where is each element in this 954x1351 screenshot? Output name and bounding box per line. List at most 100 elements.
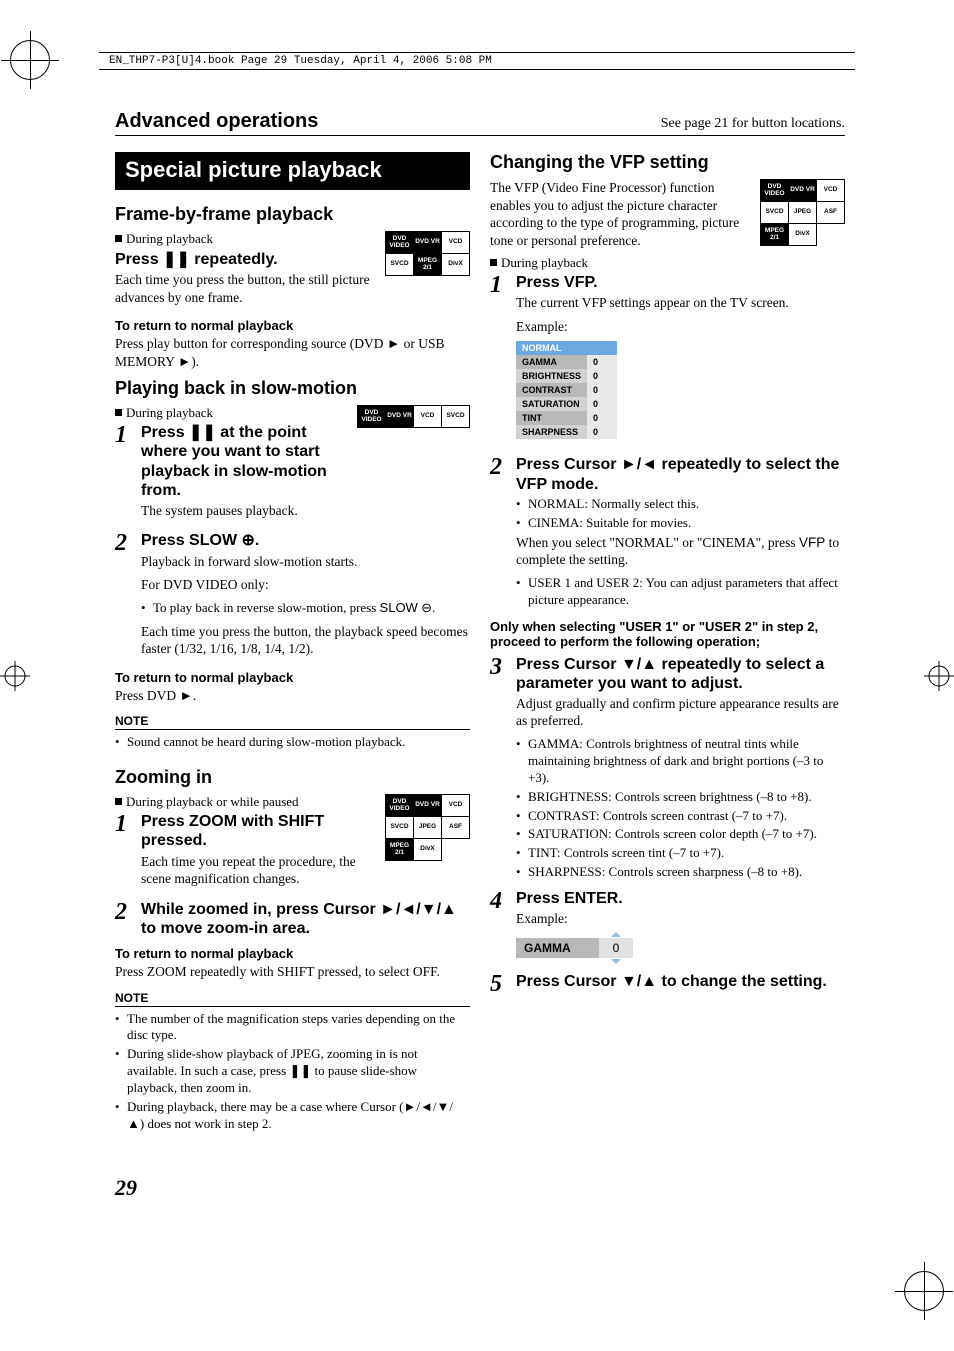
during-playback: During playback <box>490 255 845 271</box>
note-bullet: •Sound cannot be heard during slow-motio… <box>115 734 470 751</box>
fmt-cell: ASF <box>442 817 470 839</box>
step-number: 2 <box>490 455 516 610</box>
vfp-step-5: 5 Press Cursor ▼/▲ to change the setting… <box>490 972 845 996</box>
fmt-cell: DVD VIDEO <box>358 406 386 428</box>
vfp-step-2: 2 Press Cursor ►/◄ repeatedly to select … <box>490 455 845 610</box>
play-icon: ► <box>178 354 191 369</box>
step-number: 1 <box>490 273 516 449</box>
return-body: Press ZOOM repeatedly with SHIFT pressed… <box>115 963 470 981</box>
vfp-settings-table: NORMAL GAMMA0 BRIGHTNESS0 CONTRAST0 SATU… <box>516 341 617 439</box>
step-head: Press VFP. <box>516 273 845 292</box>
zoom-step-1: 1 Press ZOOM with SHIFT pressed. Each ti… <box>115 812 377 893</box>
vfp-step-1: 1 Press VFP. The current VFP settings ap… <box>490 273 845 449</box>
header-left: Advanced operations <box>115 110 318 133</box>
left-icon: ◄ <box>400 901 416 918</box>
step-number: 2 <box>115 531 141 663</box>
step-head: Press Cursor ►/◄ repeatedly to select th… <box>516 455 845 493</box>
step-head: Press Cursor ▼/▲ to change the setting. <box>516 972 845 991</box>
note-bullet: •During playback, there may be a case wh… <box>115 1099 470 1133</box>
fmt-cell: ASF <box>817 202 845 224</box>
pause-icon: ❚❚ <box>163 251 190 268</box>
fmt-cell: SVCD <box>386 817 414 839</box>
fmt-cell: DVD VR <box>386 406 414 428</box>
up-icon: ▲ <box>641 973 657 990</box>
frame-heading: Frame-by-frame playback <box>115 204 470 225</box>
crop-mark-right <box>924 661 954 691</box>
fmt-cell-empty <box>817 224 845 246</box>
up-icon: ▲ <box>641 656 657 673</box>
bullet: •NORMAL: Normally select this. <box>516 496 845 513</box>
book-info-bar: EN_THP7-P3[U]4.book Page 29 Tuesday, Apr… <box>99 52 855 70</box>
page-header: Advanced operations See page 21 for butt… <box>115 110 845 136</box>
fmt-cell: VCD <box>817 180 845 202</box>
format-grid-zoom: DVD VIDEO DVD VR VCD SVCD JPEG ASF MPEG … <box>385 794 470 861</box>
vfp-step-4: 4 Press ENTER. Example: GAMMA 0 <box>490 889 845 966</box>
step-number: 1 <box>115 423 141 525</box>
step-number: 5 <box>490 972 516 996</box>
fmt-cell: JPEG <box>789 202 817 224</box>
step-body-text: Each time you press the button, the play… <box>141 623 470 658</box>
registration-mark-tl <box>10 40 50 80</box>
vfp-key: CONTRAST <box>516 383 587 397</box>
right-icon: ► <box>380 901 396 918</box>
fmt-cell-empty <box>442 839 470 861</box>
step-body-text: For DVD VIDEO only: <box>141 576 470 594</box>
vfp-intro: The VFP (Video Fine Processor) function … <box>490 179 740 249</box>
fmt-cell: DVD VIDEO <box>386 232 414 254</box>
return-body: Press DVD ►. <box>115 687 470 705</box>
bullet: •CINEMA: Suitable for movies. <box>516 515 845 532</box>
fmt-cell: VCD <box>442 232 470 254</box>
vfp-preset: NORMAL <box>516 341 617 355</box>
note-bullet: •The number of the magnification steps v… <box>115 1011 470 1045</box>
fwd-circle-icon: ⊕ <box>242 532 255 549</box>
vfp-val: 0 <box>587 425 617 439</box>
fmt-cell: VCD <box>414 406 442 428</box>
up-icon: ▲ <box>127 1116 140 1131</box>
registration-mark-br <box>904 1271 944 1311</box>
right-column: Changing the VFP setting DVD VIDEO DVD V… <box>490 152 845 1135</box>
slow-heading: Playing back in slow-motion <box>115 378 470 399</box>
example-label: Example: <box>516 318 845 336</box>
section-title: Special picture playback <box>125 157 382 182</box>
bullet: •TINT: Controls screen tint (–7 to +7). <box>516 845 845 862</box>
down-icon: ▼ <box>621 973 637 990</box>
step-number: 3 <box>490 655 516 884</box>
format-grid-vfp: DVD VIDEO DVD VR VCD SVCD JPEG ASF MPEG … <box>760 179 845 246</box>
crop-mark-left <box>0 661 30 691</box>
slow-step-2: 2 Press SLOW ⊕. Playback in forward slow… <box>115 531 470 663</box>
only-user-note: Only when selecting "USER 1" or "USER 2"… <box>490 619 845 649</box>
bullet: •BRIGHTNESS: Controls screen brightness … <box>516 789 845 806</box>
return-heading: To return to normal playback <box>115 670 470 685</box>
play-icon: ► <box>387 336 400 351</box>
fmt-cell: DVD VR <box>414 232 442 254</box>
step-body-text: The system pauses playback. <box>141 502 349 520</box>
note-heading: NOTE <box>115 714 470 730</box>
up-icon: ▲ <box>441 901 457 918</box>
vfp-key: SHARPNESS <box>516 425 587 439</box>
fmt-cell: SVCD <box>386 254 414 276</box>
step-body-text: Adjust gradually and confirm picture app… <box>516 695 845 730</box>
fmt-cell: DivX <box>442 254 470 276</box>
zoom-step-2: 2 While zoomed in, press Cursor ►/◄/▼/▲ … <box>115 900 470 940</box>
step-head: Press ZOOM with SHIFT pressed. <box>141 812 377 850</box>
frame-body: Each time you press the button, the stil… <box>115 271 470 306</box>
fmt-cell: DVD VIDEO <box>386 795 414 817</box>
bullet: •SHARPNESS: Controls screen sharpness (–… <box>516 864 845 881</box>
gamma-label: GAMMA <box>516 938 599 958</box>
down-icon: ▼ <box>421 901 437 918</box>
bullet: •USER 1 and USER 2: You can adjust param… <box>516 575 845 609</box>
book-info-text: EN_THP7-P3[U]4.book Page 29 Tuesday, Apr… <box>109 55 492 67</box>
bullet: •CONTRAST: Controls screen contrast (–7 … <box>516 808 845 825</box>
step-number: 2 <box>115 900 141 940</box>
step-number: 1 <box>115 812 141 893</box>
fmt-cell: SVCD <box>442 406 470 428</box>
bullet: •To play back in reverse slow-motion, pr… <box>141 600 470 617</box>
page-content: Advanced operations See page 21 for butt… <box>115 110 845 1135</box>
vfp-key: SATURATION <box>516 397 587 411</box>
play-icon: ► <box>180 688 193 703</box>
step-number: 4 <box>490 889 516 966</box>
bullet: •SATURATION: Controls screen color depth… <box>516 826 845 843</box>
step-body-text: When you select "NORMAL" or "CINEMA", pr… <box>516 534 845 569</box>
section-title-bar: Special picture playback <box>115 152 470 190</box>
format-grid-slow: DVD VIDEO DVD VR VCD SVCD <box>357 405 470 428</box>
